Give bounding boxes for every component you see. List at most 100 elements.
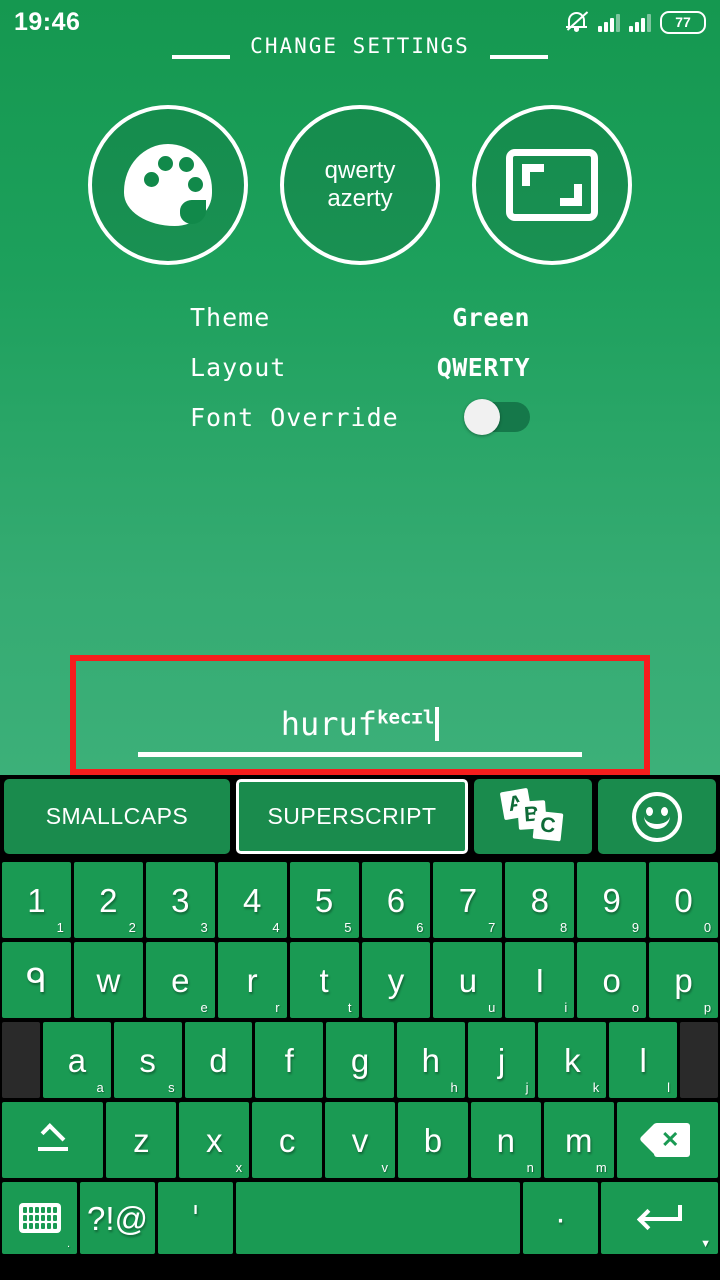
setting-value-layout: QWERTY: [436, 352, 530, 382]
key-k[interactable]: k k: [538, 1022, 607, 1098]
setting-value-theme: Green: [452, 302, 530, 332]
key-b-label: b: [423, 1121, 443, 1159]
key-9-hint: 9: [631, 920, 640, 935]
key-y[interactable]: y: [361, 942, 431, 1018]
key-r[interactable]: r r: [217, 942, 287, 1018]
key-k-label: k: [564, 1041, 581, 1079]
key-l[interactable]: l l: [609, 1022, 678, 1098]
key-j[interactable]: j j: [467, 1022, 536, 1098]
font-override-toggle[interactable]: [464, 399, 530, 435]
key-6[interactable]: 6 6: [361, 862, 431, 938]
key-w-label: w: [96, 961, 121, 999]
key-8-label: 8: [530, 881, 549, 919]
key-o[interactable]: o o: [577, 942, 647, 1018]
key-e-label: e: [171, 961, 190, 999]
page-title: CHANGE SETTINGS: [250, 34, 470, 58]
key-h[interactable]: h h: [396, 1022, 465, 1098]
enter-icon: [636, 1203, 682, 1233]
smallcaps-button[interactable]: SMALLCAPS: [4, 779, 230, 854]
key-8[interactable]: 8 8: [505, 862, 575, 938]
key-q[interactable]: ᑫ: [2, 942, 71, 1018]
key-v-hint: v: [381, 1160, 388, 1175]
key-m-hint: m: [595, 1160, 607, 1175]
key-a-label: a: [67, 1041, 87, 1079]
keyboard-mode-strip: SMALLCAPS SUPERSCRIPT ABC: [0, 775, 720, 860]
key-u-label: u: [458, 961, 478, 999]
key-u[interactable]: u u: [433, 942, 503, 1018]
key-b[interactable]: b: [397, 1102, 468, 1178]
key-5[interactable]: 5 5: [289, 862, 359, 938]
key-7[interactable]: 7 7: [433, 862, 503, 938]
key-5-label: 5: [314, 881, 334, 919]
key-1[interactable]: 1 1: [2, 862, 71, 938]
layout-button-line1: qwerty: [324, 157, 396, 184]
layout-button[interactable]: qwerty azerty: [280, 105, 440, 265]
key-f[interactable]: f: [255, 1022, 324, 1098]
key-e[interactable]: e e: [145, 942, 215, 1018]
backspace-key[interactable]: ✕: [616, 1102, 719, 1178]
apostrophe-key[interactable]: ˈ: [158, 1182, 233, 1254]
key-3[interactable]: 3 3: [145, 862, 215, 938]
key-r-label: r: [246, 961, 258, 999]
key-9[interactable]: 9 9: [577, 862, 647, 938]
key-2-label: 2: [99, 881, 118, 919]
key-i[interactable]: I i: [505, 942, 575, 1018]
key-p-hint: p: [703, 1000, 712, 1015]
key-p[interactable]: p p: [649, 942, 719, 1018]
key-c-label: c: [278, 1121, 296, 1159]
key-n[interactable]: n n: [470, 1102, 541, 1178]
key-o-hint: o: [631, 1000, 640, 1015]
text-caret: [435, 707, 440, 741]
enter-key[interactable]: ▼: [601, 1182, 718, 1254]
key-v[interactable]: v v: [325, 1102, 395, 1178]
setting-row-layout[interactable]: Layout QWERTY: [190, 350, 530, 384]
key-v-label: v: [351, 1121, 369, 1159]
key-g-label: g: [350, 1041, 370, 1079]
key-c[interactable]: c: [252, 1102, 323, 1178]
header-rule-left: [172, 55, 231, 59]
switch-keyboard-key[interactable]: .: [2, 1182, 77, 1254]
key-m[interactable]: m m: [543, 1102, 614, 1178]
setting-row-font-override[interactable]: Font Override: [190, 399, 530, 435]
emoji-icon: [632, 791, 682, 842]
period-key-label: ·: [555, 1199, 566, 1237]
text-input[interactable]: hurufkecɪl: [76, 661, 644, 769]
superscript-button[interactable]: SUPERSCRIPT: [236, 779, 468, 854]
key-r-hint: r: [275, 1000, 280, 1015]
row-filler-left: [2, 1022, 40, 1098]
page-header: CHANGE SETTINGS: [0, 30, 720, 62]
key-4-hint: 4: [272, 920, 280, 935]
key-2[interactable]: 2 2: [73, 862, 143, 938]
period-key[interactable]: ·: [523, 1182, 598, 1254]
key-t[interactable]: t t: [289, 942, 359, 1018]
toggle-knob: [464, 399, 500, 435]
theme-button[interactable]: [88, 105, 248, 265]
setting-label-layout: Layout: [190, 352, 287, 382]
key-4[interactable]: 4 4: [217, 862, 287, 938]
abc-case-button[interactable]: ABC: [474, 779, 592, 854]
key-a[interactable]: a a: [43, 1022, 111, 1098]
key-w[interactable]: w: [73, 942, 143, 1018]
key-4-label: 4: [242, 881, 262, 919]
switch-keyboard-hint: .: [66, 1238, 70, 1250]
shift-key[interactable]: [2, 1102, 104, 1178]
key-z[interactable]: z: [106, 1102, 177, 1178]
key-x[interactable]: x x: [179, 1102, 250, 1178]
key-s[interactable]: s s: [113, 1022, 182, 1098]
emoji-button[interactable]: [598, 779, 716, 854]
key-3-label: 3: [171, 881, 190, 919]
setting-row-theme[interactable]: Theme Green: [190, 300, 530, 334]
space-key[interactable]: [236, 1182, 520, 1254]
key-x-hint: x: [235, 1160, 243, 1175]
signal-bars-icon-1: [598, 12, 620, 32]
key-f-label: f: [284, 1041, 294, 1079]
font-size-button[interactable]: [472, 105, 632, 265]
key-d[interactable]: d: [184, 1022, 253, 1098]
symbols-key[interactable]: ?!@: [80, 1182, 155, 1254]
key-0[interactable]: 0 0: [649, 862, 719, 938]
row-filler-right: [680, 1022, 719, 1098]
settings-app-area: 19:46 77 CHANGE SETTINGS qwerty azerty T…: [0, 0, 720, 775]
setting-label-font-override: Font Override: [190, 402, 399, 432]
key-g[interactable]: g: [326, 1022, 394, 1098]
key-x-label: x: [205, 1121, 223, 1159]
